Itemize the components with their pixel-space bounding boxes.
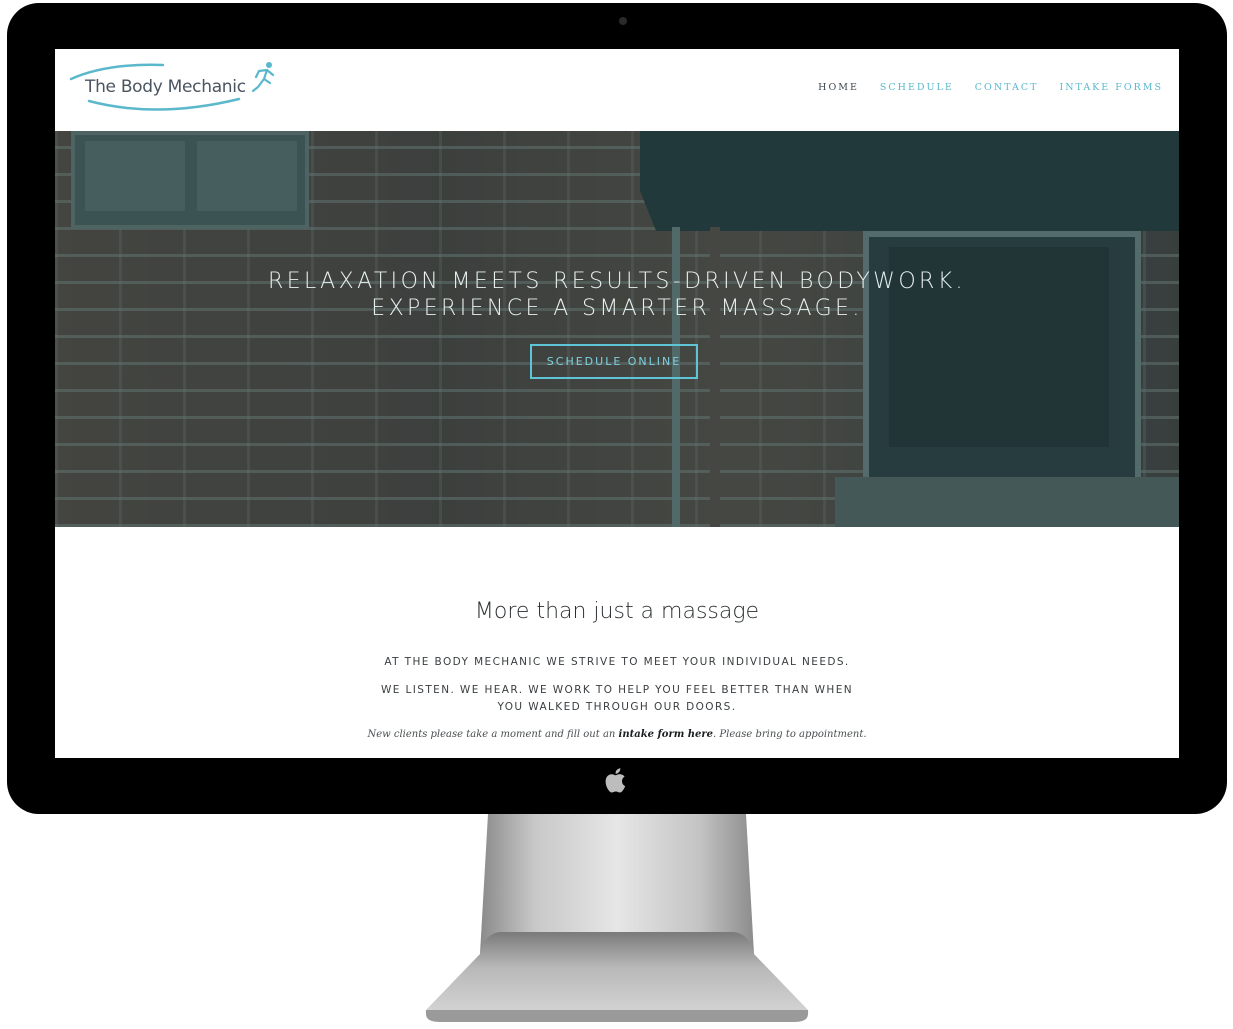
section-title: More than just a massage [474,599,760,624]
note-text-after: . Please bring to appointment. [713,729,867,740]
nav-item-schedule[interactable]: SCHEDULE [880,82,954,93]
main-nav: HOME SCHEDULE CONTACT INTAKE FORMS [818,82,1163,93]
nav-item-intake-forms[interactable]: INTAKE FORMS [1059,82,1163,93]
schedule-online-button[interactable]: SCHEDULE ONLINE [530,344,698,379]
intro-paragraph-1: AT THE BODY MECHANIC WE STRIVE TO MEET Y… [384,656,850,668]
hero-banner: RELAXATION MEETS RESULTS-DRIVEN BODYWORK… [55,131,1179,527]
nav-item-contact[interactable]: CONTACT [975,82,1039,93]
intro-paragraph-2-line1: WE LISTEN. WE HEAR. WE WORK TO HELP YOU … [380,684,853,696]
note-text-before: New clients please take a moment and fil… [367,729,619,740]
hero-heading-line2: EXPERIENCE A SMARTER MASSAGE. [371,296,863,321]
runner-icon [251,62,275,93]
camera-icon [619,17,627,25]
hero-heading-line1: RELAXATION MEETS RESULTS-DRIVEN BODYWORK… [268,269,966,294]
intro-paragraph-2: WE LISTEN. WE HEAR. WE WORK TO HELP YOU … [55,682,1179,716]
browser-screen: The Body Mechanic HOME SCHEDULE CONTACT … [55,49,1179,758]
apple-logo-icon [605,768,626,793]
nav-item-home[interactable]: HOME [818,82,859,93]
hero-heading: RELAXATION MEETS RESULTS-DRIVEN BODYWORK… [55,268,1179,322]
logo-text: The Body Mechanic [85,77,246,97]
hero-overlay [55,131,1179,527]
site-header: The Body Mechanic HOME SCHEDULE CONTACT … [55,49,1179,131]
site-logo[interactable]: The Body Mechanic [67,59,277,115]
new-client-note: New clients please take a moment and fil… [55,729,1179,740]
intake-form-link[interactable]: intake form here [619,729,714,740]
monitor-stand [425,814,809,1022]
intro-paragraph-2-line2: YOU WALKED THROUGH OUR DOORS. [497,701,737,713]
intro-section: More than just a massage AT THE BODY MEC… [55,527,1179,758]
